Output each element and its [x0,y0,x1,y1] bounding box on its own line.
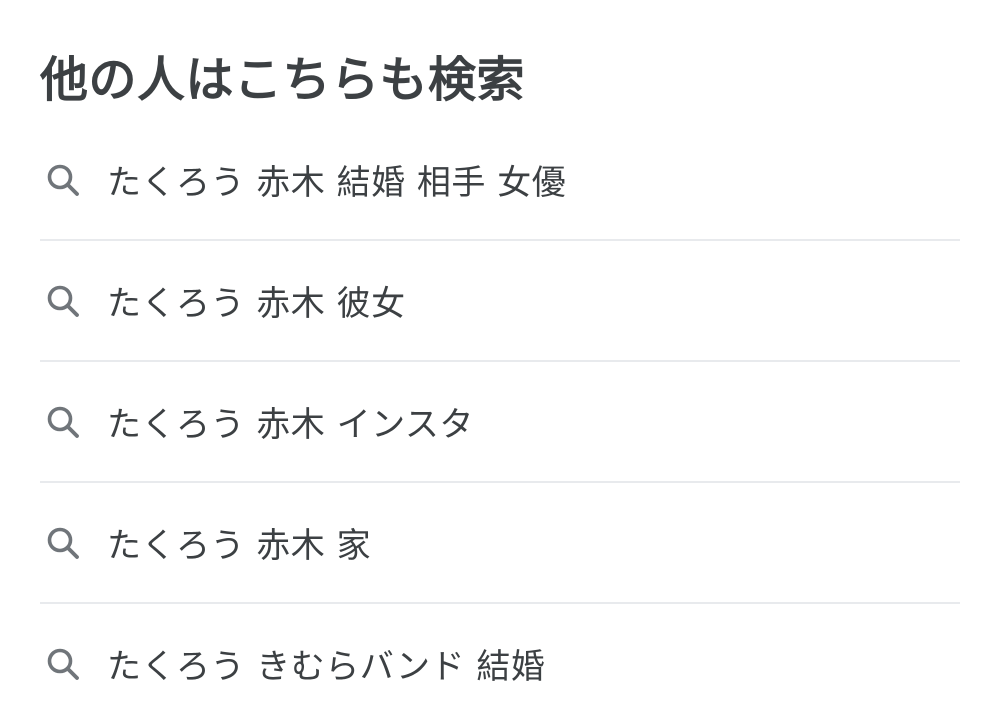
search-icon [43,160,83,200]
suggestion-item-1[interactable]: たくろう 赤木 結婚 相手 女優 [40,120,960,241]
section-title: 他の人はこちらも検索 [40,52,526,108]
search-icon [43,523,83,563]
suggestion-list: たくろう 赤木 結婚 相手 女優 たくろう 赤木 彼女 たくろう 赤木 インスタ… [40,120,960,723]
suggestion-label: たくろう 赤木 家 [107,526,372,566]
suggestion-label: たくろう きむらバンド 結婚 [107,647,546,687]
suggestion-item-5[interactable]: たくろう きむらバンド 結婚 [40,604,960,723]
suggestion-item-2[interactable]: たくろう 赤木 彼女 [40,241,960,362]
search-icon [43,281,83,321]
search-icon [43,402,83,442]
suggestion-label: たくろう 赤木 結婚 相手 女優 [107,163,567,203]
related-searches-panel: 他の人はこちらも検索 たくろう 赤木 結婚 相手 女優 たくろう 赤木 彼女 た… [0,0,1000,724]
search-icon [43,644,83,684]
suggestion-item-4[interactable]: たくろう 赤木 家 [40,483,960,604]
suggestion-label: たくろう 赤木 インスタ [107,405,474,445]
suggestion-label: たくろう 赤木 彼女 [107,284,406,324]
suggestion-item-3[interactable]: たくろう 赤木 インスタ [40,362,960,483]
